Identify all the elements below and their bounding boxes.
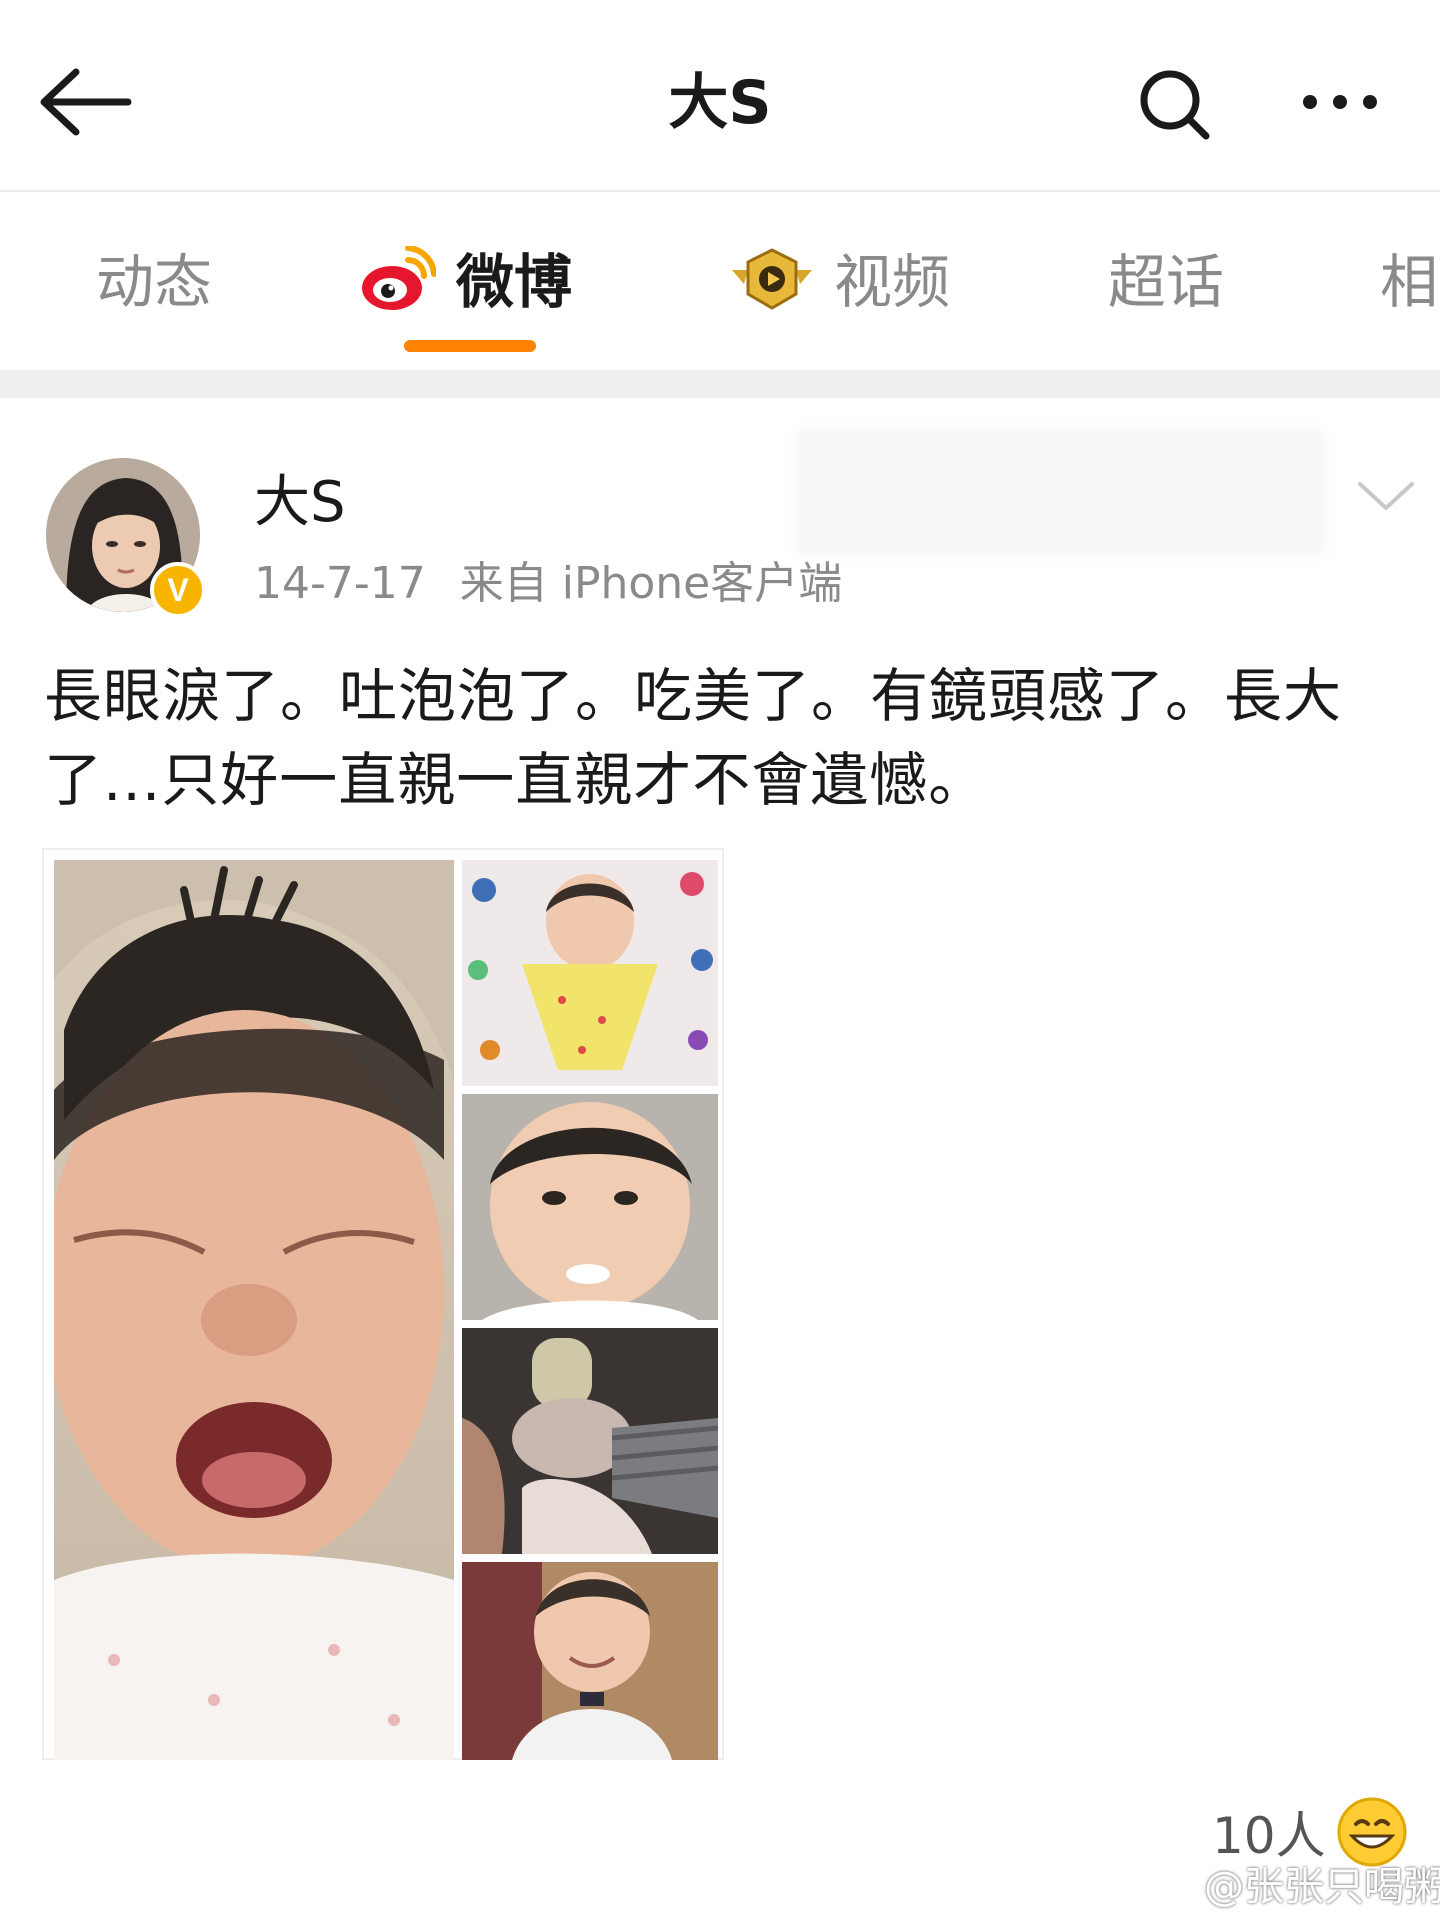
- tab-album[interactable]: 相: [1380, 194, 1438, 370]
- profile-tabs: 动态 微博 视频 超话 相: [0, 194, 1440, 370]
- watermark-text: @张张只喝粥: [1204, 1864, 1440, 1910]
- post-source: 来自 iPhone客户端: [459, 558, 843, 609]
- weibo-watermark-icon: [1156, 1874, 1200, 1913]
- more-options-icon[interactable]: [1300, 80, 1380, 124]
- tab-super-topic[interactable]: 超话: [1108, 194, 1224, 370]
- section-divider: [0, 370, 1440, 398]
- post-date: 14-7-17: [254, 558, 426, 609]
- tab-label: 超话: [1108, 248, 1225, 316]
- smiling-baby-photo[interactable]: [462, 1562, 718, 1760]
- post-image-collage[interactable]: [42, 848, 724, 1760]
- top-bar: 大S: [0, 0, 1440, 192]
- baby-in-bib-photo[interactable]: [462, 860, 718, 1086]
- search-icon[interactable]: [1136, 66, 1212, 142]
- tab-label: 微博: [456, 248, 573, 316]
- like-count: 10人: [1212, 1807, 1326, 1865]
- post-text: 長眼淚了。吐泡泡了。吃美了。有鏡頭感了。長大了...只好一直親一直親才不會遺憾。: [44, 662, 1343, 814]
- post-meta: 14-7-17 来自 iPhone客户端: [254, 556, 842, 612]
- author-name[interactable]: 大S: [254, 470, 346, 536]
- watermark: @张张只喝粥: [1156, 1862, 1440, 1913]
- tab-label: 相: [1380, 248, 1439, 316]
- page-title: 大S: [668, 68, 772, 138]
- video-badge-icon: [730, 248, 814, 316]
- verified-badge: V: [150, 562, 206, 618]
- grin-emoji-icon[interactable]: [1336, 1796, 1408, 1868]
- chevron-down-icon[interactable]: [1356, 470, 1416, 520]
- tab-video[interactable]: 视频: [730, 194, 950, 370]
- crying-baby-photo[interactable]: [54, 860, 454, 1760]
- baby-bubbles-photo[interactable]: [462, 1094, 718, 1320]
- tab-label: 动态: [96, 248, 213, 316]
- active-tab-indicator: [404, 340, 536, 352]
- tab-label: 视频: [834, 248, 951, 316]
- tab-dynamics[interactable]: 动态: [96, 194, 212, 370]
- baby-bottle-photo[interactable]: [462, 1328, 718, 1554]
- weibo-logo-icon: [360, 245, 437, 318]
- blurred-region: [796, 428, 1326, 556]
